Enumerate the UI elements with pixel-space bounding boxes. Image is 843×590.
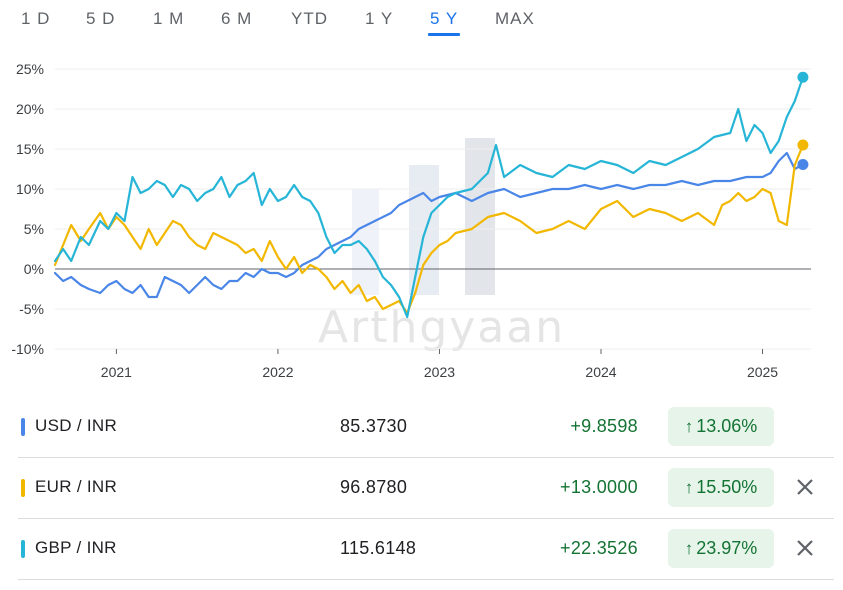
watermark-text: Arthgyaan <box>318 302 565 353</box>
x-tick-label: 2024 <box>585 364 616 380</box>
watermark-logo: Arthgyaan <box>318 138 565 353</box>
x-tick-label: 2025 <box>747 364 778 380</box>
series-color-marker <box>21 540 25 558</box>
remove-eur-button[interactable] <box>790 472 820 502</box>
tab-ytd[interactable]: YTD <box>291 9 328 29</box>
pair-name: GBP / INR <box>35 538 117 557</box>
tab-1m[interactable]: 1 M <box>153 9 184 29</box>
x-tick-label: 2023 <box>424 364 455 380</box>
y-tick-label: 10% <box>16 181 44 197</box>
change-value: +9.8598 <box>570 416 638 436</box>
pair-name: USD / INR <box>35 416 118 435</box>
percent-badge: ↑ 13.06% <box>668 407 774 446</box>
y-axis: 25% 20% 15% 10% 5% 0% -5% -10% <box>11 61 44 357</box>
tab-1y[interactable]: 1 Y <box>365 9 393 29</box>
y-tick-label: 5% <box>24 221 44 237</box>
series-color-marker <box>21 418 25 436</box>
y-tick-label: -5% <box>19 301 44 317</box>
y-tick-label: 0% <box>24 261 44 277</box>
arrow-up-icon: ↑ <box>684 477 694 497</box>
y-tick-label: 15% <box>16 141 44 157</box>
price: 96.8780 <box>340 477 408 497</box>
tab-max[interactable]: MAX <box>495 9 535 29</box>
percent-badge: ↑ 23.97% <box>668 529 774 568</box>
price: 85.3730 <box>340 416 408 436</box>
currency-row-eur[interactable]: EUR / INR 96.8780 +13.0000 ↑ 15.50% <box>18 457 834 519</box>
series-end-dot-usd <box>797 159 809 171</box>
close-icon <box>797 540 813 556</box>
y-tick-label: 20% <box>16 101 44 117</box>
series-end-dot-eur <box>797 139 809 151</box>
close-icon <box>797 479 813 495</box>
range-tabs: 1 D 5 D 1 M 6 M YTD 1 Y 5 Y MAX <box>0 0 843 40</box>
tab-5y[interactable]: 5 Y <box>427 9 461 36</box>
currency-row-gbp[interactable]: GBP / INR 115.6148 +22.3526 ↑ 23.97% <box>18 518 834 580</box>
series-end-dot-gbp <box>797 71 809 83</box>
percent-value: 23.97% <box>696 538 758 558</box>
series-color-marker <box>21 479 25 497</box>
percent-value: 13.06% <box>696 416 758 436</box>
percent-badge: ↑ 15.50% <box>668 468 774 507</box>
x-axis: 2021 2022 2023 2024 2025 <box>101 349 778 380</box>
line-chart: Arthgyaan 25%20%15%10%5%0%-5%-10% 2021 20… <box>11 61 811 380</box>
remove-gbp-button[interactable] <box>790 533 820 563</box>
tab-1d[interactable]: 1 D <box>21 9 50 29</box>
change-value: +13.0000 <box>560 477 638 497</box>
tab-6m[interactable]: 6 M <box>221 9 252 29</box>
tab-5d[interactable]: 5 D <box>86 9 115 29</box>
pair-name: EUR / INR <box>35 477 118 496</box>
x-tick-label: 2021 <box>101 364 132 380</box>
currency-row-usd[interactable]: USD / INR 85.3730 +9.8598 ↑ 13.06% <box>18 396 834 458</box>
percent-value: 15.50% <box>696 477 758 497</box>
y-tick-label: 25% <box>16 61 44 77</box>
change-value: +22.3526 <box>560 538 638 558</box>
y-tick-label: -10% <box>11 341 44 357</box>
price: 115.6148 <box>340 538 417 558</box>
arrow-up-icon: ↑ <box>684 416 694 436</box>
arrow-up-icon: ↑ <box>684 538 694 558</box>
x-tick-label: 2022 <box>262 364 293 380</box>
